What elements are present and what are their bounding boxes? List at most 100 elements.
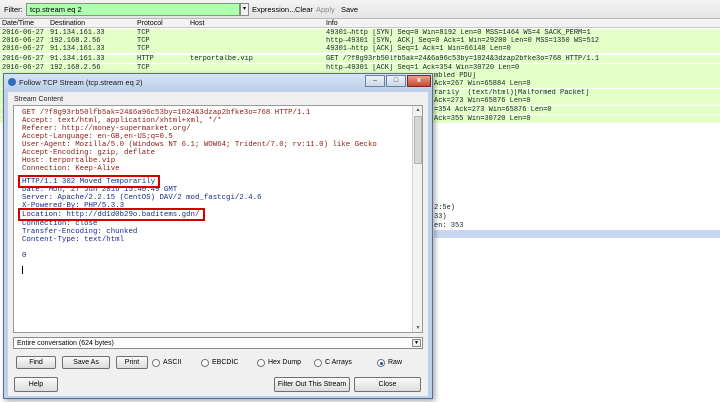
request-line: User-Agent: Mozilla/5.0 (Windows NT 6.1;… <box>22 141 377 149</box>
packet-info: Ack=355 Win=30720 Len=0 <box>434 115 531 123</box>
selected-detail-row[interactable] <box>434 230 720 238</box>
format-label-carrays: C Arrays <box>325 359 352 366</box>
request-line: Accept-Language: en-GB,en-US;q=0.5 <box>22 133 173 141</box>
packet-destination: 192.168.2.56 <box>50 64 101 72</box>
packet-time: 2016-06-27 <box>2 37 45 45</box>
close-window-button[interactable]: x <box>407 75 431 87</box>
packet-protocol: TCP <box>137 29 150 37</box>
packet-info: rarily (text/html)[Malformed Packet] <box>434 89 590 97</box>
filter-label: Filter: <box>4 5 23 14</box>
request-line: GET /?f8g93rb50lfb5ak=24&6a96c53by=1024&… <box>22 109 311 117</box>
request-line: Accept: text/html, application/xhtml+xml… <box>22 117 222 125</box>
expression-button[interactable]: Expression... <box>252 5 295 14</box>
format-label-ascii: ASCII <box>163 359 182 366</box>
packet-protocol: TCP <box>137 37 150 45</box>
scroll-down-icon[interactable]: ▼ <box>414 324 422 332</box>
response-line: Transfer-Encoding: chunked <box>22 228 138 236</box>
packet-info: 49301→http [ACK] Seq=1 Ack=1 Win=66148 L… <box>326 45 511 53</box>
format-label-raw: Raw <box>388 359 403 366</box>
stream-content-view[interactable]: GET /?f8g93rb50lfb5ak=24&6a96c53by=1024&… <box>13 105 423 333</box>
response-line: Server: Apache/2.2.15 (CentOS) DAV/2 mod… <box>22 194 262 202</box>
packet-host: terportalbe.vip <box>190 55 254 63</box>
packet-destination: 91.134.161.33 <box>50 55 105 63</box>
column-header-destination[interactable]: Destination <box>50 19 85 28</box>
request-line: Host: terportalbe.vip <box>22 157 116 165</box>
dialog-body: Stream Content GET /?f8g93rb50lfb5ak=24&… <box>8 92 428 396</box>
format-radio-ebcdic[interactable] <box>201 359 209 367</box>
filter-history-dropdown[interactable]: ▾ <box>240 3 249 16</box>
response-line: Connection: close <box>22 220 98 228</box>
detail-fragment: 33) <box>434 213 447 221</box>
format-label-hexdump: Hex Dump <box>268 359 302 366</box>
detail-fragment: 2:5e) <box>434 204 456 212</box>
packet-destination: 91.134.161.33 <box>50 29 105 37</box>
save-filter-button[interactable]: Save <box>341 5 358 14</box>
filter-toolbar: Filter: tcp.stream eq 2 ▾ Expression... … <box>0 0 720 19</box>
packet-info: Ack=267 Win=65884 Len=0 <box>434 80 531 88</box>
packet-destination: 91.134.161.33 <box>50 45 105 53</box>
packet-row[interactable]: 2016-06-27 91.134.161.33 HTTP terportalb… <box>0 55 720 63</box>
dialog-titlebar[interactable]: Follow TCP Stream (tcp.stream eq 2) – □ … <box>4 74 432 90</box>
detail-fragment: en: 353 <box>434 222 464 230</box>
packet-row[interactable]: 2016-06-27 192.168.2.56 TCP http→49301 [… <box>0 37 720 45</box>
stream-scrollbar[interactable]: ▲ ▼ <box>412 106 422 332</box>
response-line: Content-Type: text/html <box>22 236 125 244</box>
packet-time: 2016-06-27 <box>2 29 45 37</box>
scroll-thumb[interactable] <box>414 116 422 164</box>
clear-button[interactable]: Clear <box>295 5 313 14</box>
packet-protocol: TCP <box>137 64 150 72</box>
column-header-protocol[interactable]: Protocol <box>137 19 163 28</box>
conversation-select-value: Entire conversation (624 bytes) <box>17 340 114 347</box>
packet-row[interactable]: 2016-06-27 91.134.161.33 TCP 49301→http … <box>0 29 720 37</box>
packet-info: http→49301 [SYN, ACK] Seq=0 Ack=1 Win=29… <box>326 37 600 45</box>
packet-time: 2016-06-27 <box>2 45 45 53</box>
format-radio-raw[interactable] <box>377 359 385 367</box>
packet-info: http→49301 [ACK] Seq=1 Ack=354 Win=30720… <box>326 64 520 72</box>
save-as-button[interactable]: Save As <box>62 356 110 369</box>
display-filter-input[interactable]: tcp.stream eq 2 <box>26 3 240 16</box>
packet-info: 49301→http [SYN] Seq=0 Win=8192 Len=0 MS… <box>326 29 591 37</box>
packet-destination: 192.168.2.56 <box>50 37 101 45</box>
scroll-up-icon[interactable]: ▲ <box>414 106 422 114</box>
packet-protocol: HTTP <box>137 55 154 63</box>
text-cursor <box>22 266 23 274</box>
packet-row[interactable]: 2016-06-27 91.134.161.33 TCP 49301→http … <box>0 45 720 53</box>
column-header-host[interactable]: Host <box>190 19 204 28</box>
packet-info: GET /?f8g93rb50lfb5ak=24&6a96c53by=1024&… <box>326 55 600 63</box>
column-header-datetime[interactable]: Date/Time <box>2 19 34 28</box>
packet-time: 2016-06-27 <box>2 64 45 72</box>
format-radio-carrays[interactable] <box>314 359 322 367</box>
packet-info: =354 Ack=273 Win=65876 Len=0 <box>434 106 552 114</box>
column-header-info[interactable]: Info <box>326 19 338 28</box>
close-button[interactable]: Close <box>354 377 421 392</box>
response-line: 0 <box>22 252 27 260</box>
apply-button[interactable]: Apply <box>316 5 335 14</box>
stream-content-label: Stream Content <box>14 96 64 103</box>
minimize-button[interactable]: – <box>365 75 385 87</box>
packet-list-header: Date/Time Destination Protocol Host Info <box>0 19 720 28</box>
packet-time: 2016-06-27 <box>2 55 45 63</box>
packet-info: mbled PDU] <box>434 72 477 80</box>
packet-protocol: TCP <box>137 45 150 53</box>
packet-row[interactable]: 2016-06-27 192.168.2.56 TCP http→49301 [… <box>0 64 720 72</box>
conversation-select[interactable]: Entire conversation (624 bytes) ▼ <box>13 337 423 349</box>
packet-details-pane <box>434 197 720 402</box>
help-button[interactable]: Help <box>14 377 58 392</box>
print-button[interactable]: Print <box>116 356 148 369</box>
format-radio-ascii[interactable] <box>152 359 160 367</box>
highlight-box-status <box>18 175 160 188</box>
filter-out-stream-button[interactable]: Filter Out This Stream <box>274 377 350 392</box>
dialog-title: Follow TCP Stream (tcp.stream eq 2) <box>19 78 143 87</box>
maximize-button[interactable]: □ <box>386 75 406 87</box>
wireshark-fin-icon <box>8 78 16 86</box>
format-radio-hexdump[interactable] <box>257 359 265 367</box>
packet-info: Ack=273 Win=65876 Len=0 <box>434 97 531 105</box>
find-button[interactable]: Find <box>16 356 56 369</box>
request-line: Connection: Keep-Alive <box>22 165 120 173</box>
chevron-down-icon[interactable]: ▼ <box>412 339 421 347</box>
request-line: Accept-Encoding: gzip, deflate <box>22 149 156 157</box>
format-label-ebcdic: EBCDIC <box>212 359 239 366</box>
highlight-box-location <box>18 208 205 221</box>
request-line: Referer: http://money-supermarket.org/ <box>22 125 191 133</box>
follow-tcp-stream-dialog: Follow TCP Stream (tcp.stream eq 2) – □ … <box>3 73 433 399</box>
